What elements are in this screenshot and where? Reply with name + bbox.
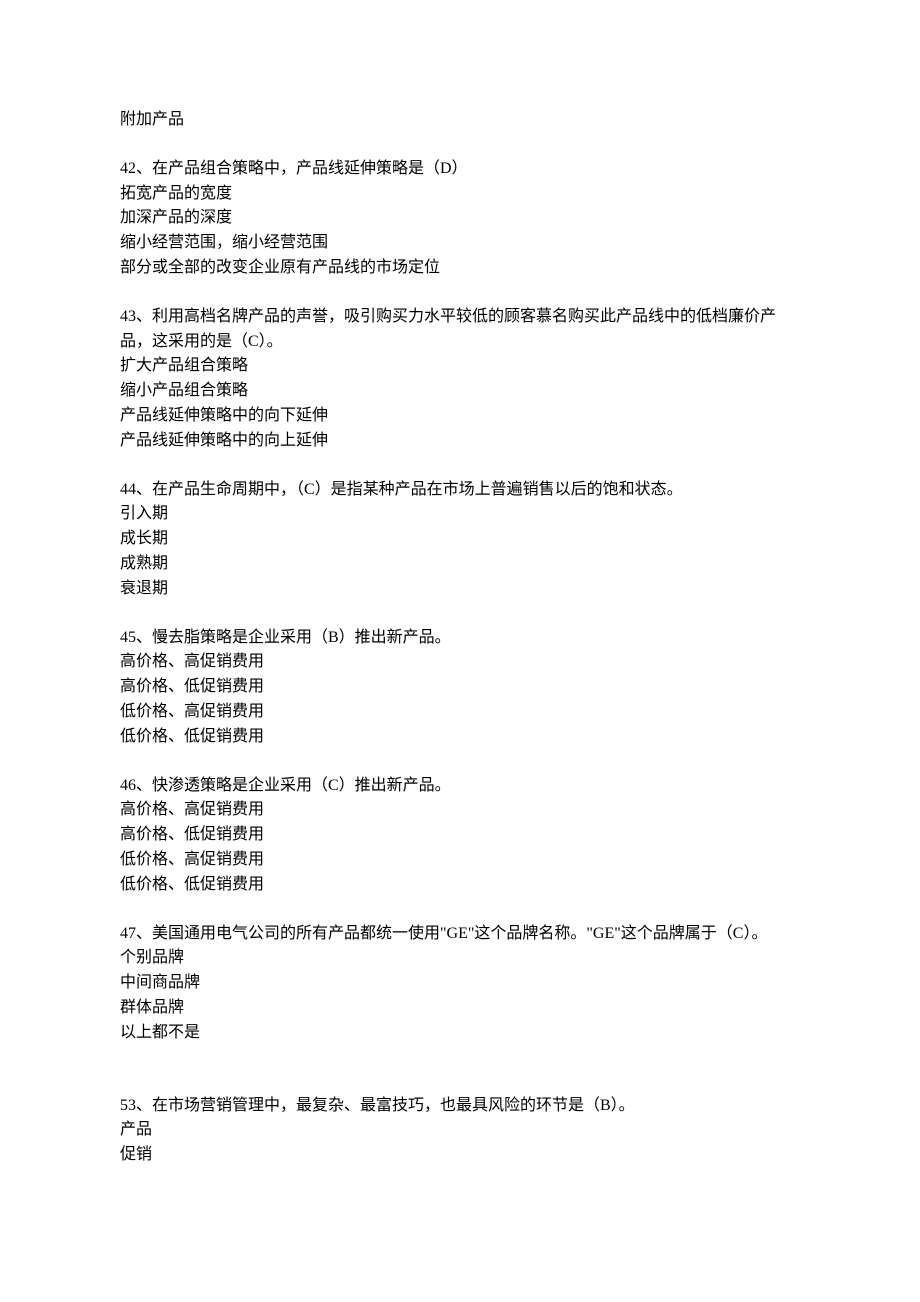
question-option: 高价格、高促销费用: [120, 650, 800, 675]
question-block: 44、在产品生命周期中，（C）是指某种产品在市场上普遍销售以后的饱和状态。 引入…: [120, 478, 800, 602]
question-stem: 45、慢去脂策略是企业采用（B）推出新产品。: [120, 629, 451, 646]
question-option: 成熟期: [120, 552, 800, 577]
question-stem: 46、快渗透策略是企业采用（C）推出新产品。: [120, 777, 451, 794]
question-block: 42、在产品组合策略中，产品线延伸策略是（D） 拓宽产品的宽度 加深产品的深度 …: [120, 157, 800, 281]
question-block: 43、利用高档名牌产品的声誉，吸引购买力水平较低的顾客慕名购买此产品线中的低档廉…: [120, 305, 800, 454]
question-option: 群体品牌: [120, 996, 800, 1021]
question-stem: 42、在产品组合策略中，产品线延伸策略是（D）: [120, 160, 468, 177]
question-stem: 44、在产品生命周期中，（C）是指某种产品在市场上普遍销售以后的饱和状态。: [120, 481, 683, 498]
question-option: 高价格、高促销费用: [120, 798, 800, 823]
question-block: 53、在市场营销管理中，最复杂、最富技巧，也最具风险的环节是（B）。 产品 促销: [120, 1094, 800, 1168]
question-option: 拓宽产品的宽度: [120, 182, 800, 207]
question-stem: 43、利用高档名牌产品的声誉，吸引购买力水平较低的顾客慕名购买此产品线中的低档廉…: [120, 308, 776, 350]
question-option: 产品: [120, 1118, 800, 1143]
prelude-text: 附加产品: [120, 108, 800, 133]
question-option: 中间商品牌: [120, 971, 800, 996]
question-stem: 53、在市场营销管理中，最复杂、最富技巧，也最具风险的环节是（B）。: [120, 1097, 635, 1114]
question-option: 低价格、高促销费用: [120, 848, 800, 873]
prelude-line: 附加产品: [120, 111, 184, 128]
question-stem: 47、美国通用电气公司的所有产品都统一使用"GE"这个品牌名称。"GE"这个品牌…: [120, 925, 767, 942]
question-block: 47、美国通用电气公司的所有产品都统一使用"GE"这个品牌名称。"GE"这个品牌…: [120, 922, 800, 1046]
question-option: 促销: [120, 1143, 800, 1168]
question-option: 以上都不是: [120, 1021, 800, 1046]
question-option: 部分或全部的改变企业原有产品线的市场定位: [120, 256, 800, 281]
question-option: 缩小产品组合策略: [120, 379, 800, 404]
question-block: 46、快渗透策略是企业采用（C）推出新产品。 高价格、高促销费用 高价格、低促销…: [120, 774, 800, 898]
question-option: 产品线延伸策略中的向下延伸: [120, 404, 800, 429]
question-option: 高价格、低促销费用: [120, 823, 800, 848]
question-option: 缩小经营范围，缩小经营范围: [120, 231, 800, 256]
question-option: 低价格、低促销费用: [120, 725, 800, 750]
question-option: 个别品牌: [120, 946, 800, 971]
question-option: 成长期: [120, 527, 800, 552]
question-option: 衰退期: [120, 577, 800, 602]
question-block: 45、慢去脂策略是企业采用（B）推出新产品。 高价格、高促销费用 高价格、低促销…: [120, 626, 800, 750]
question-option: 低价格、高促销费用: [120, 700, 800, 725]
question-option: 产品线延伸策略中的向上延伸: [120, 429, 800, 454]
question-option: 低价格、低促销费用: [120, 873, 800, 898]
question-option: 引入期: [120, 502, 800, 527]
document-page: 附加产品 42、在产品组合策略中，产品线延伸策略是（D） 拓宽产品的宽度 加深产…: [0, 0, 920, 1272]
question-option: 高价格、低促销费用: [120, 675, 800, 700]
question-option: 加深产品的深度: [120, 206, 800, 231]
question-option: 扩大产品组合策略: [120, 354, 800, 379]
